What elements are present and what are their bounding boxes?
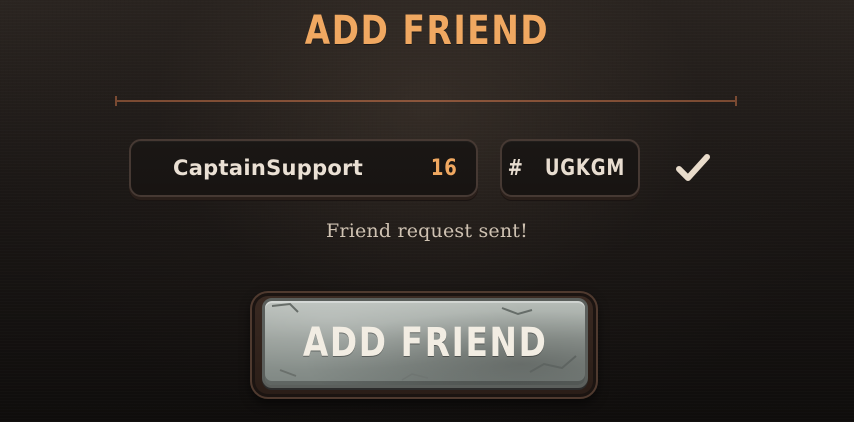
add-friend-button[interactable]: ADD FRIEND	[262, 298, 588, 388]
check-icon	[675, 150, 711, 186]
tag-field[interactable]: # UGKGM	[500, 139, 640, 197]
username-text: CaptainSupport	[173, 156, 364, 180]
username-field[interactable]: CaptainSupport 16	[129, 139, 478, 197]
title-divider	[115, 96, 737, 106]
status-message: Friend request sent!	[326, 220, 528, 242]
add-friend-button-label: ADD FRIEND	[302, 320, 548, 366]
tag-code: UGKGM	[544, 155, 625, 181]
page-title: ADD FRIEND	[304, 8, 550, 54]
player-level: 16	[431, 155, 458, 181]
tag-hash-symbol: #	[508, 155, 525, 181]
